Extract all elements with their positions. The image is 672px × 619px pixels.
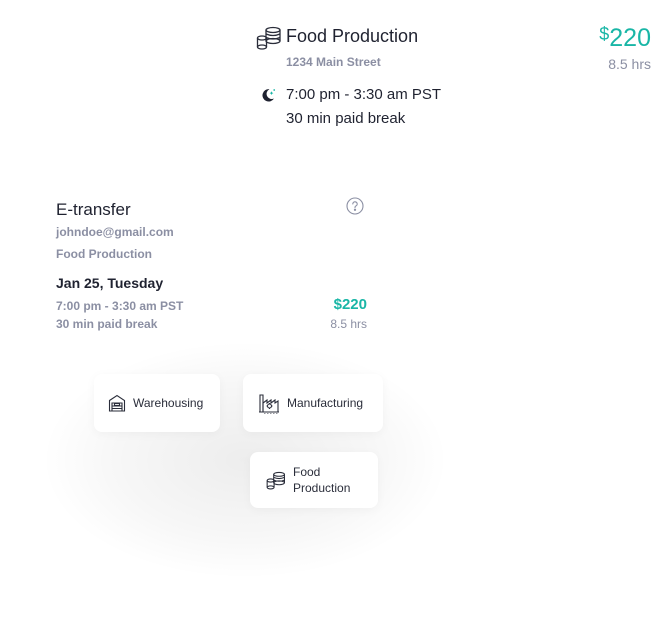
- chip-label: Manufacturing: [287, 396, 364, 410]
- etransfer-date: Jan 25, Tuesday: [56, 275, 164, 291]
- chip-label: Warehousing: [133, 396, 204, 410]
- warehouse-icon: [108, 394, 126, 412]
- shift-time: 7:00 pm - 3:30 am PST: [286, 86, 442, 103]
- etransfer-title: E-transfer: [56, 200, 131, 219]
- shift-hours: 8.5 hrs: [608, 56, 651, 72]
- food-production-icon: [256, 26, 282, 50]
- pay-amount: 220: [609, 24, 651, 52]
- category-chip-manufacturing[interactable]: Manufacturing: [243, 374, 383, 432]
- shift-break: 30 min paid break: [286, 110, 406, 127]
- food-production-icon: [266, 471, 285, 489]
- shift-address: 1234 Main Street: [286, 55, 381, 69]
- moon-night-icon: [260, 87, 276, 103]
- etransfer-role: Food Production: [56, 247, 152, 261]
- shift-pay: $220: [599, 24, 651, 53]
- category-chip-food-production[interactable]: Food Production: [250, 452, 378, 508]
- category-chip-warehousing[interactable]: Warehousing: [94, 374, 220, 432]
- etransfer-email: johndoe@gmail.com: [56, 225, 174, 239]
- etransfer-break: 30 min paid break: [56, 317, 158, 331]
- chip-label: Food Production: [293, 465, 351, 495]
- etransfer-hours: 8.5 hrs: [330, 317, 367, 331]
- etransfer-pay: $220: [333, 296, 367, 313]
- question-circle-icon[interactable]: [346, 197, 364, 215]
- etransfer-time: 7:00 pm - 3:30 am PST: [56, 299, 184, 313]
- factory-icon: [259, 394, 279, 414]
- pay-currency: $: [599, 24, 610, 44]
- shift-title: Food Production: [286, 26, 419, 46]
